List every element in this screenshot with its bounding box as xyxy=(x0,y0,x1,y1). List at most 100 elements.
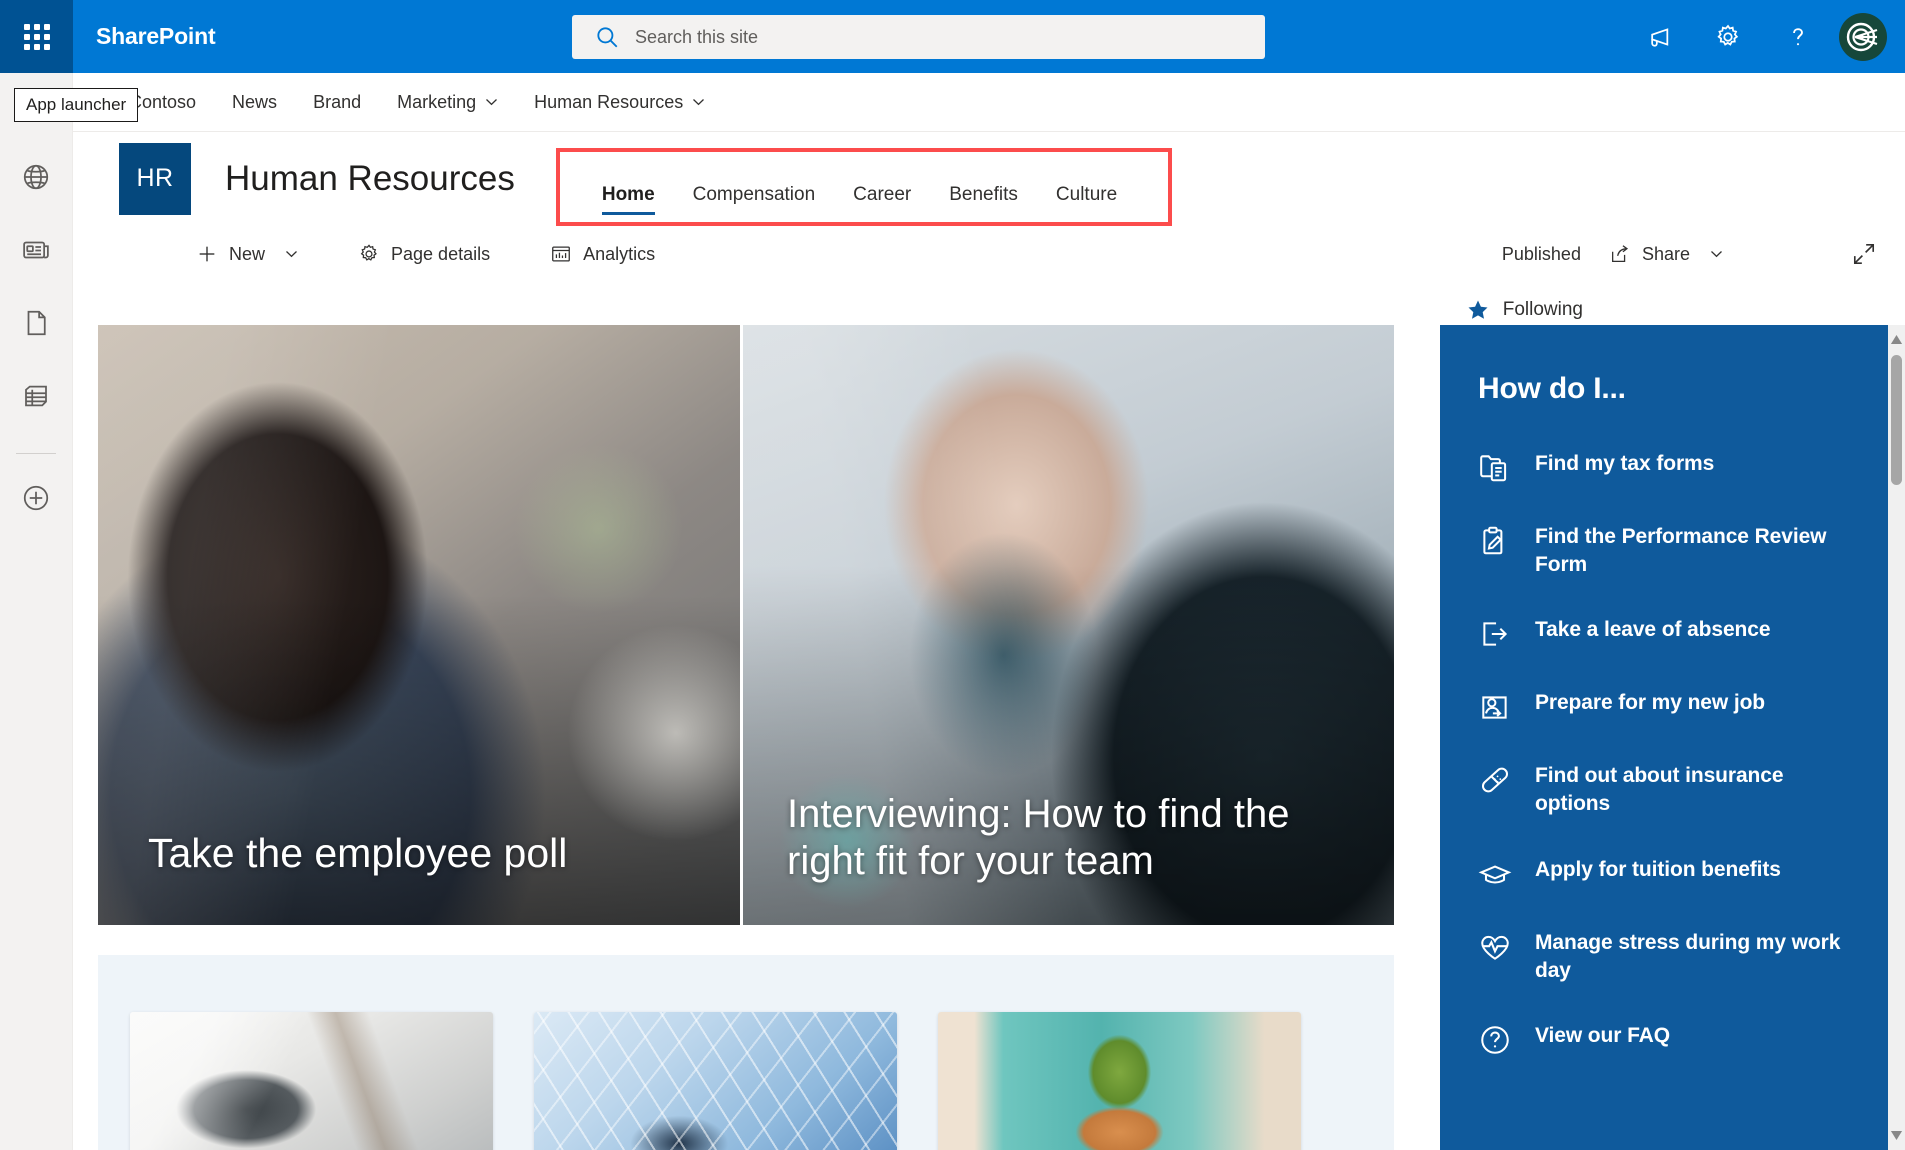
site-nav-label: Culture xyxy=(1055,183,1118,205)
plus-icon xyxy=(199,246,215,262)
how-do-i-label: Find out about insurance options xyxy=(1535,764,1784,816)
how-do-i-panel: How do I... Find my tax forms Find the P… xyxy=(1440,325,1905,1150)
share-label: Share xyxy=(1641,243,1690,264)
sharepoint-brand[interactable]: SharePoint xyxy=(96,23,216,50)
scrollbar-thumb[interactable] xyxy=(1891,355,1902,485)
how-do-i-label: Prepare for my new job xyxy=(1535,691,1766,715)
suite-bar: SharePoint xyxy=(0,0,1905,73)
clipboard-edit-icon xyxy=(1483,526,1503,555)
search-input[interactable] xyxy=(635,17,1235,57)
hero-tile-employee-poll[interactable]: Take the employee poll xyxy=(98,325,740,925)
how-do-i-label: View our FAQ xyxy=(1535,1024,1670,1048)
site-nav-item-home[interactable]: Home xyxy=(583,184,674,215)
how-do-i-item-insurance[interactable]: Find out about insurance options xyxy=(1440,762,1905,817)
hub-item-label: Marketing xyxy=(397,91,477,112)
help-icon[interactable] xyxy=(1763,0,1833,73)
news-card-plant[interactable] xyxy=(938,1012,1301,1150)
analytics-icon xyxy=(552,246,570,262)
site-navigation: Home Compensation Career Benefits Cultur… xyxy=(557,143,1162,215)
avatar[interactable] xyxy=(1839,12,1887,61)
how-do-i-label: Find the Performance Review Form xyxy=(1535,525,1827,576)
chevron-down-icon xyxy=(486,99,498,106)
sidebar-create-icon[interactable] xyxy=(14,476,58,520)
site-nav-item-career[interactable]: Career xyxy=(834,184,930,215)
share-button[interactable]: Share xyxy=(1609,230,1723,278)
how-do-i-list: Find my tax forms Find the Performance R… xyxy=(1440,450,1905,1057)
how-do-i-title: How do I... xyxy=(1478,372,1626,405)
site-nav-item-compensation[interactable]: Compensation xyxy=(674,184,835,215)
hub-item-label: News xyxy=(232,91,278,112)
hero-tile-interviewing[interactable]: Interviewing: How to find the right fit … xyxy=(743,325,1394,925)
how-do-i-item-leave-of-absence[interactable]: Take a leave of absence xyxy=(1440,616,1905,651)
hub-item-marketing[interactable]: Marketing xyxy=(379,73,516,132)
site-header: HR Human Resources Home Compensation Car… xyxy=(74,132,1905,320)
gear-icon[interactable] xyxy=(1693,0,1763,73)
panel-scrollbar[interactable] xyxy=(1888,325,1905,1150)
site-nav-item-benefits[interactable]: Benefits xyxy=(930,184,1037,215)
command-bar-right: Published Share xyxy=(1502,225,1905,283)
question-icon xyxy=(1481,1026,1509,1055)
hero-title: Interviewing: How to find the right fit … xyxy=(787,791,1290,883)
page-details-button[interactable]: Page details xyxy=(358,230,490,278)
hub-item-news[interactable]: News xyxy=(214,73,295,132)
site-nav-label: Career xyxy=(853,183,912,205)
how-do-i-item-faq[interactable]: View our FAQ xyxy=(1440,1022,1905,1057)
page-details-label: Page details xyxy=(391,243,491,264)
how-do-i-item-tax-forms[interactable]: Find my tax forms xyxy=(1440,450,1905,485)
page-title[interactable]: Human Resources xyxy=(225,159,515,199)
scroll-down-arrow-icon[interactable] xyxy=(1890,1129,1903,1142)
search-box[interactable] xyxy=(572,15,1265,59)
hub-item-label: Brand xyxy=(313,91,362,112)
sidebar-globe-icon[interactable] xyxy=(14,155,58,199)
how-do-i-item-new-job[interactable]: Prepare for my new job xyxy=(1440,689,1905,724)
chevron-down-icon xyxy=(286,251,297,258)
site-nav-label: Benefits xyxy=(949,183,1018,205)
new-label: New xyxy=(229,243,266,264)
how-do-i-label: Manage stress during my work day xyxy=(1535,930,1841,982)
how-do-i-item-performance-review[interactable]: Find the Performance Review Form xyxy=(1440,523,1905,578)
how-do-i-label: Apply for tuition benefits xyxy=(1535,857,1781,881)
gear-icon xyxy=(360,244,377,261)
new-button[interactable]: New xyxy=(196,230,298,278)
how-do-i-item-manage-stress[interactable]: Manage stress during my work day xyxy=(1440,929,1905,984)
search-icon xyxy=(597,27,618,48)
news-card-abstract[interactable] xyxy=(534,1012,897,1150)
hub-navigation: Contoso News Brand Marketing Human Resou… xyxy=(73,73,1905,132)
site-nav-label: Home xyxy=(601,183,655,205)
chevron-down-icon xyxy=(1711,251,1722,258)
app-launcher-button[interactable] xyxy=(0,0,73,73)
hub-item-label: Contoso xyxy=(129,91,197,112)
bullseye-logo-icon xyxy=(1846,22,1878,51)
sidebar-page-icon[interactable] xyxy=(14,301,58,345)
analytics-label: Analytics xyxy=(583,243,656,264)
left-rail xyxy=(0,73,73,1150)
site-nav-item-culture[interactable]: Culture xyxy=(1037,184,1136,215)
news-web-part xyxy=(98,955,1394,1150)
sidebar-list-icon[interactable] xyxy=(14,374,58,418)
analytics-button[interactable]: Analytics xyxy=(550,230,655,278)
sidebar-news-icon[interactable] xyxy=(14,228,58,272)
bandage-icon xyxy=(1481,768,1509,793)
hub-item-human-resources[interactable]: Human Resources xyxy=(516,73,723,132)
hero-title: Take the employee poll xyxy=(148,829,568,876)
expand-icon[interactable] xyxy=(1851,241,1877,267)
hero-web-part: Take the employee poll Interviewing: How… xyxy=(98,325,1394,925)
app-launcher-tooltip: App launcher xyxy=(14,88,139,122)
site-nav-label: Compensation xyxy=(692,183,816,205)
megaphone-icon[interactable] xyxy=(1623,0,1693,73)
chevron-down-icon xyxy=(693,99,705,106)
folder-document-icon xyxy=(1480,455,1507,482)
graduation-cap-icon xyxy=(1478,865,1512,884)
how-do-i-label: Find my tax forms xyxy=(1535,452,1715,475)
hub-item-brand[interactable]: Brand xyxy=(295,73,379,132)
publish-status: Published xyxy=(1501,243,1581,264)
scroll-up-arrow-icon[interactable] xyxy=(1890,333,1903,346)
waffle-icon xyxy=(23,23,50,50)
heart-pulse-icon xyxy=(1481,935,1509,960)
how-do-i-label: Take a leave of absence xyxy=(1535,618,1771,642)
person-frame-icon xyxy=(1482,696,1507,720)
news-card-calculator[interactable] xyxy=(130,1012,493,1150)
hub-item-label: Human Resources xyxy=(534,91,684,112)
how-do-i-item-tuition[interactable]: Apply for tuition benefits xyxy=(1440,856,1905,891)
suite-actions xyxy=(1623,0,1905,73)
